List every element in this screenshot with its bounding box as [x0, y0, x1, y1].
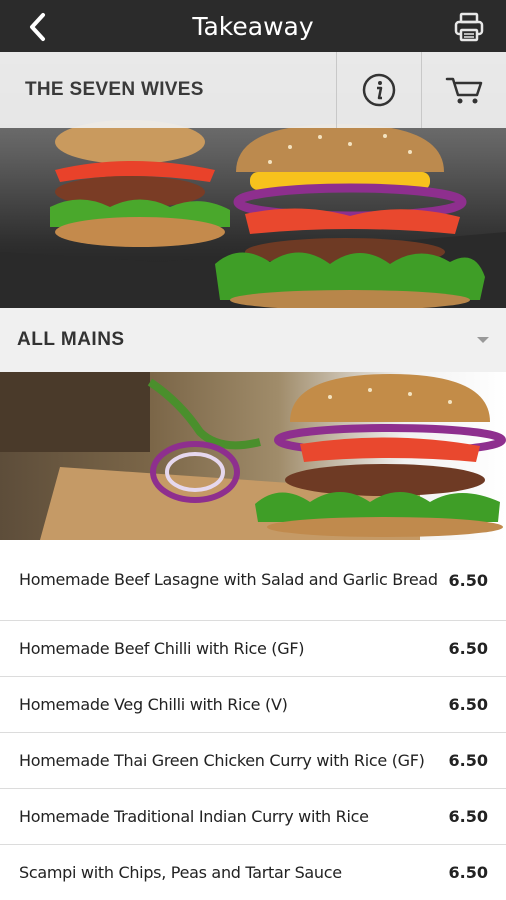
top-app-bar: Takeaway — [0, 0, 506, 52]
burger-banner-illustration — [0, 372, 506, 540]
menu-item-name: Scampi with Chips, Peas and Tartar Sauce — [19, 862, 342, 882]
menu-item-price: 6.50 — [448, 751, 488, 770]
chevron-left-icon[interactable] — [22, 10, 56, 44]
menu-item-price: 6.50 — [448, 695, 488, 714]
category-label: ALL MAINS — [17, 329, 125, 350]
restaurant-bar: THE SEVEN WIVES — [0, 52, 506, 128]
menu-item-name: Homemade Thai Green Chicken Curry with R… — [19, 750, 425, 770]
cart-button[interactable] — [421, 52, 506, 128]
menu-item-name: Homemade Beef Lasagne with Salad and Gar… — [19, 570, 438, 589]
menu-item[interactable]: Homemade Veg Chilli with Rice (V) 6.50 — [0, 677, 506, 733]
restaurant-name: THE SEVEN WIVES — [25, 79, 204, 100]
category-banner-image — [0, 372, 506, 540]
menu-item[interactable]: Homemade Thai Green Chicken Curry with R… — [0, 733, 506, 789]
hero-image: THE SEVEN WIVES — [0, 52, 506, 308]
menu-item[interactable]: Homemade Traditional Indian Curry with R… — [0, 789, 506, 845]
menu-item[interactable]: Scampi with Chips, Peas and Tartar Sauce… — [0, 845, 506, 900]
menu-item-name: Homemade Veg Chilli with Rice (V) — [19, 694, 288, 714]
printer-icon[interactable] — [452, 10, 486, 44]
app-title: Takeaway — [192, 11, 314, 41]
info-icon — [362, 73, 396, 107]
menu-item[interactable]: Homemade Beef Chilli with Rice (GF) 6.50 — [0, 621, 506, 677]
menu-item-price: 6.50 — [448, 863, 488, 882]
cart-icon — [445, 77, 483, 104]
menu-list: Homemade Beef Lasagne with Salad and Gar… — [0, 540, 506, 900]
menu-item-price: 6.50 — [448, 570, 488, 590]
menu-item-price: 6.50 — [448, 639, 488, 658]
category-selector[interactable]: ALL MAINS — [0, 308, 506, 372]
menu-item-price: 6.50 — [448, 807, 488, 826]
caret-down-icon — [477, 337, 489, 343]
menu-item[interactable]: Homemade Beef Lasagne with Salad and Gar… — [0, 540, 506, 621]
menu-item-name: Homemade Beef Chilli with Rice (GF) — [19, 638, 305, 658]
info-button[interactable] — [336, 52, 421, 128]
menu-item-name: Homemade Traditional Indian Curry with R… — [19, 806, 369, 826]
